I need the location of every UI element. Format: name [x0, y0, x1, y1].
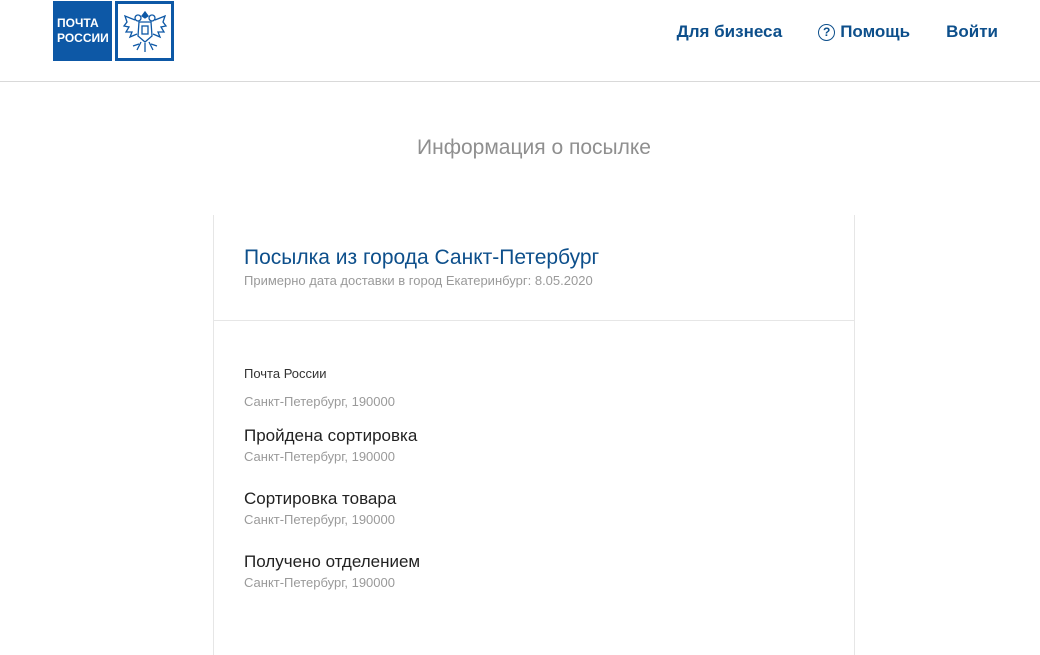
logo-line-1: ПОЧТА [57, 16, 99, 30]
event-location: Санкт-Петербург, 190000 [244, 449, 395, 464]
page-title: Информация о посылке [417, 136, 651, 159]
russian-post-logo[interactable]: ПОЧТА РОССИИ [53, 1, 174, 61]
event-location: Санкт-Петербург, 190000 [244, 575, 395, 590]
nav-business-link[interactable]: Для бизнеса [677, 22, 783, 42]
delivery-estimate: Примерно дата доставки в город Екатеринб… [244, 273, 593, 288]
tracking-event: Получено отделением Санкт-Петербург, 190… [244, 551, 854, 590]
event-location: Санкт-Петербург, 190000 [244, 512, 395, 527]
eagle-emblem [115, 1, 174, 61]
event-title: Сортировка товара [244, 489, 397, 508]
parcel-title: Посылка из города Санкт-Петербург [244, 246, 600, 269]
parcel-header: Посылка из города Санкт-Петербург Пример… [214, 215, 854, 321]
event-location: Санкт-Петербург, 190000 [244, 394, 395, 409]
double-headed-eagle-icon [122, 10, 167, 52]
event-title: Получено отделением [244, 552, 421, 571]
logo-wordmark: ПОЧТА РОССИИ [53, 1, 112, 61]
tracking-event: Почта России Санкт-Петербург, 190000 [244, 366, 854, 409]
tracking-events: Почта России Санкт-Петербург, 190000 Про… [214, 321, 854, 590]
nav-help-label: Помощь [840, 22, 911, 41]
parcel-card: Посылка из города Санкт-Петербург Пример… [213, 215, 855, 655]
nav-login-link[interactable]: Войти [946, 22, 998, 42]
event-title: Почта России [244, 366, 327, 381]
logo-line-2: РОССИИ [57, 31, 109, 45]
question-circle-icon: ? [818, 23, 836, 41]
site-header: ПОЧТА РОССИИ Для бизнеса ? Помощь Войти [0, 0, 1040, 82]
tracking-event: Сортировка товара Санкт-Петербург, 19000… [244, 488, 854, 527]
event-title: Пройдена сортировка [244, 426, 418, 445]
top-nav: Для бизнеса ? Помощь Войти [677, 22, 998, 42]
nav-help-link[interactable]: ? Помощь [818, 22, 910, 42]
tracking-event: Пройдена сортировка Санкт-Петербург, 190… [244, 425, 854, 464]
